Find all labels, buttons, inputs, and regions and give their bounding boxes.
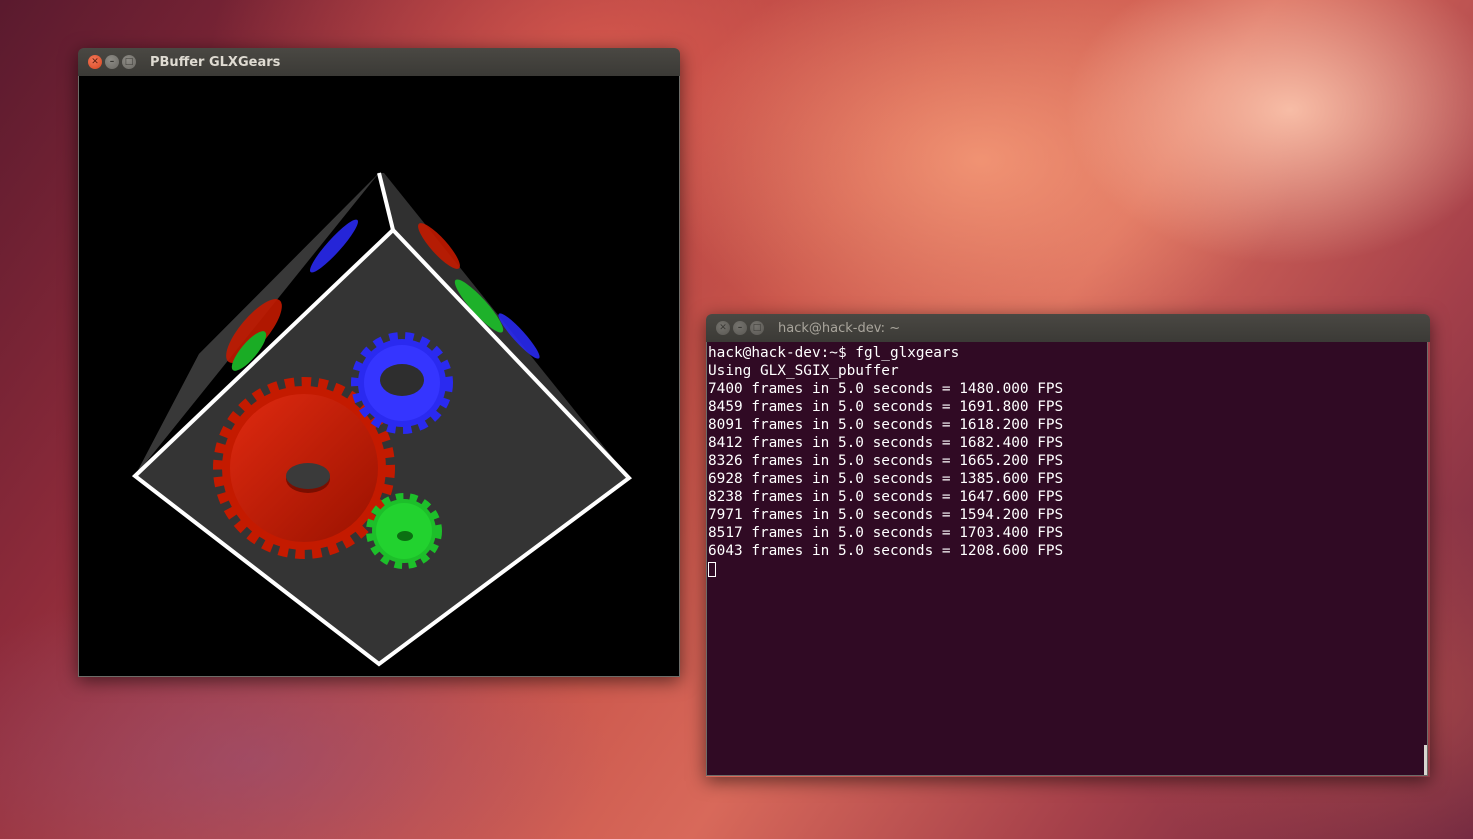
window-title: PBuffer GLXGears bbox=[150, 54, 281, 70]
minimize-icon[interactable]: – bbox=[105, 55, 119, 69]
text-cursor bbox=[708, 562, 716, 577]
close-icon[interactable]: ✕ bbox=[716, 321, 730, 335]
green-gear bbox=[366, 493, 442, 569]
terminal-line: 8326 frames in 5.0 seconds = 1665.200 FP… bbox=[708, 453, 1064, 469]
terminal-line: 8091 frames in 5.0 seconds = 1618.200 FP… bbox=[708, 417, 1064, 433]
terminal-line: 8412 frames in 5.0 seconds = 1682.400 FP… bbox=[708, 435, 1064, 451]
terminal-line: 7400 frames in 5.0 seconds = 1480.000 FP… bbox=[708, 381, 1064, 397]
terminal-line: 7971 frames in 5.0 seconds = 1594.200 FP… bbox=[708, 507, 1064, 523]
terminal-line: 8459 frames in 5.0 seconds = 1691.800 FP… bbox=[708, 399, 1064, 415]
terminal-line: Using GLX_SGIX_pbuffer bbox=[708, 363, 899, 379]
terminal-line: hack@hack-dev:~$ fgl_glxgears bbox=[708, 345, 960, 361]
window-title: hack@hack-dev: ~ bbox=[778, 320, 901, 336]
maximize-icon[interactable]: □ bbox=[122, 55, 136, 69]
terminal-titlebar[interactable]: ✕ – □ hack@hack-dev: ~ bbox=[706, 314, 1430, 342]
terminal-window[interactable]: ✕ – □ hack@hack-dev: ~ hack@hack-dev:~$ … bbox=[706, 314, 1430, 777]
terminal-line: 8517 frames in 5.0 seconds = 1703.400 FP… bbox=[708, 525, 1064, 541]
glxgears-window[interactable]: ✕ – □ PBuffer GLXGears bbox=[78, 48, 680, 677]
cube-scene bbox=[131, 172, 633, 667]
scrollbar[interactable] bbox=[1424, 745, 1427, 775]
terminal-line: 8238 frames in 5.0 seconds = 1647.600 FP… bbox=[708, 489, 1064, 505]
minimize-icon[interactable]: – bbox=[733, 321, 747, 335]
maximize-icon[interactable]: □ bbox=[750, 321, 764, 335]
terminal-line: 6928 frames in 5.0 seconds = 1385.600 FP… bbox=[708, 471, 1064, 487]
terminal-prompt-line[interactable] bbox=[708, 560, 1427, 578]
terminal-line: 6043 frames in 5.0 seconds = 1208.600 FP… bbox=[708, 543, 1064, 559]
gl-render-canvas[interactable] bbox=[78, 76, 680, 677]
close-icon[interactable]: ✕ bbox=[88, 55, 102, 69]
blue-gear bbox=[351, 332, 453, 434]
glxgears-titlebar[interactable]: ✕ – □ PBuffer GLXGears bbox=[78, 48, 680, 76]
terminal-output[interactable]: hack@hack-dev:~$ fgl_glxgears Using GLX_… bbox=[706, 342, 1428, 776]
